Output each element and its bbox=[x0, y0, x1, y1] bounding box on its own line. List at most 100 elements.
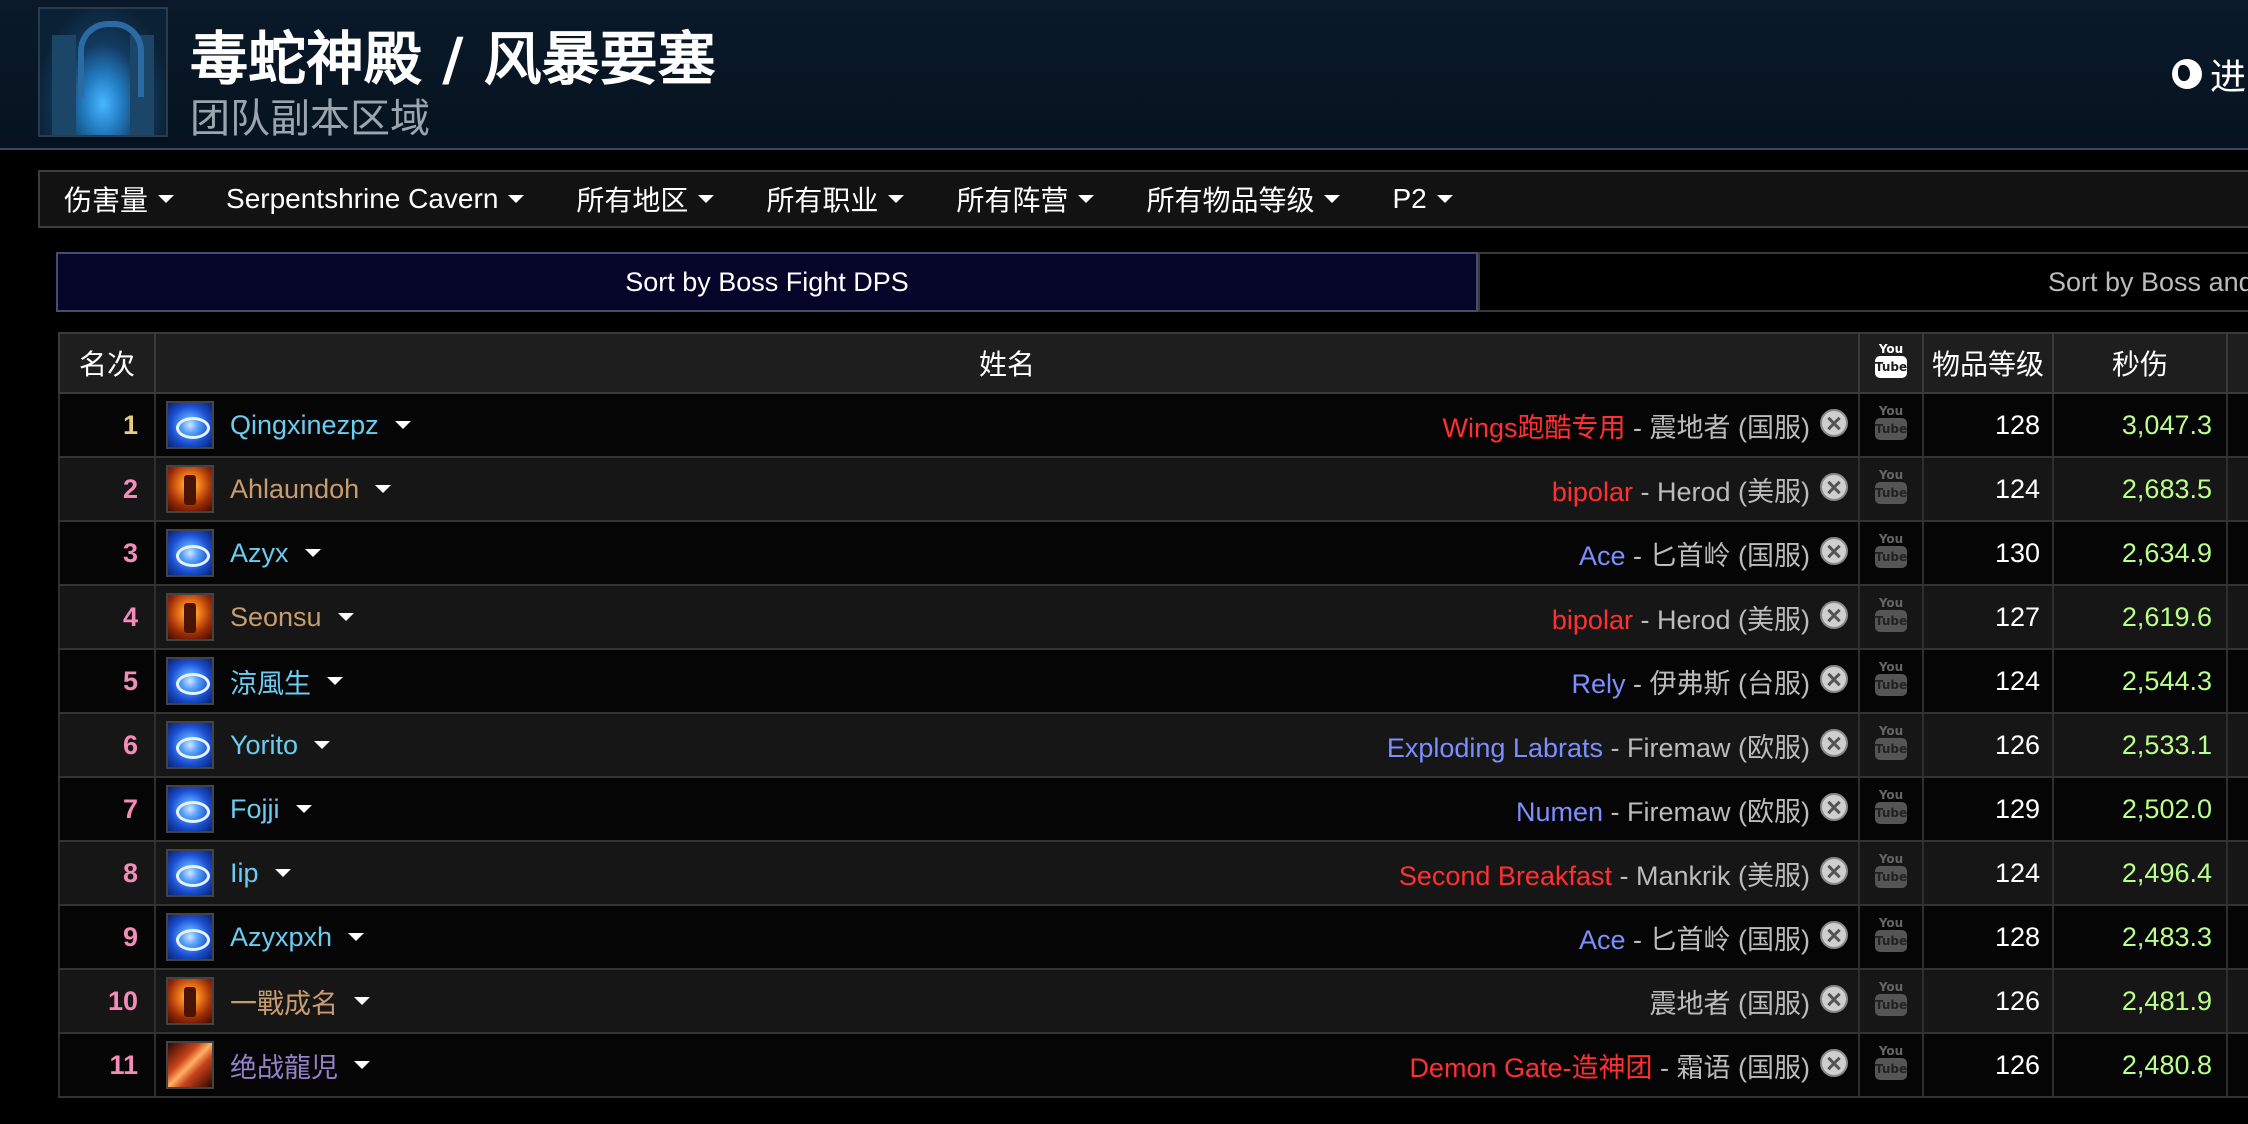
player-menu-caret-icon[interactable] bbox=[274, 869, 291, 877]
realm-link[interactable]: 匕首岭 (国服) bbox=[1650, 541, 1810, 571]
filter-phase[interactable]: P2 bbox=[1366, 183, 1478, 215]
spec-frost-icon bbox=[166, 721, 214, 769]
guild-link[interactable]: Second Breakfast bbox=[1399, 861, 1612, 891]
guild-link[interactable]: Wings跑酷专用 bbox=[1443, 413, 1626, 443]
header-dps[interactable]: 秒伤 bbox=[2052, 332, 2228, 394]
guild-link[interactable]: bipolar bbox=[1552, 605, 1633, 635]
realm-link[interactable]: 霜语 (国服) bbox=[1677, 1053, 1810, 1083]
player-name-link[interactable]: 涼風生 bbox=[230, 662, 311, 701]
separator: - bbox=[1625, 924, 1650, 955]
player-menu-caret-icon[interactable] bbox=[295, 805, 312, 813]
player-menu-caret-icon[interactable] bbox=[348, 933, 365, 941]
separator: - bbox=[1612, 860, 1636, 891]
guild-link[interactable]: Ace bbox=[1579, 925, 1626, 955]
player-name-link[interactable]: Fojji bbox=[230, 794, 280, 825]
realm-link[interactable]: 伊弗斯 (台服) bbox=[1650, 669, 1810, 699]
caret-down-icon bbox=[888, 195, 905, 203]
dps-cell: 2,502.0 bbox=[2052, 777, 2228, 842]
realm-link[interactable]: 震地者 (国服) bbox=[1650, 413, 1810, 443]
armory-icon[interactable] bbox=[1820, 665, 1848, 693]
player-name-link[interactable]: Iip bbox=[230, 858, 259, 889]
realm-link[interactable]: Herod (美服) bbox=[1657, 477, 1810, 507]
youtube-icon: You Tube bbox=[1875, 468, 1907, 510]
header-name[interactable]: 姓名 bbox=[154, 332, 1860, 394]
guild-server: Demon Gate-造神团 - 霜语 (国服) bbox=[1409, 1046, 1810, 1085]
youtube-cell: You Tube bbox=[1858, 521, 1924, 586]
realm-link[interactable]: Mankrik (美服) bbox=[1636, 861, 1810, 891]
rank-cell: 8 bbox=[58, 841, 156, 906]
armory-icon[interactable] bbox=[1820, 1049, 1848, 1077]
youtube-icon: You Tube bbox=[1875, 342, 1907, 384]
armory-icon[interactable] bbox=[1820, 537, 1848, 565]
player-name-link[interactable]: 一戰成名 bbox=[230, 982, 338, 1021]
header-rank[interactable]: 名次 bbox=[58, 332, 156, 394]
player-menu-caret-icon[interactable] bbox=[314, 741, 331, 749]
player-name-link[interactable]: Seonsu bbox=[230, 602, 322, 633]
name-cell: 绝战龍児 Demon Gate-造神团 - 霜语 (国服) bbox=[154, 1033, 1860, 1098]
dps-cell: 3,047.3 bbox=[2052, 393, 2228, 458]
player-menu-caret-icon[interactable] bbox=[354, 997, 370, 1005]
player-name-link[interactable]: Yorito bbox=[230, 730, 298, 761]
name-cell: Azyxpxh Ace - 匕首岭 (国服) bbox=[154, 905, 1860, 970]
extra-cell bbox=[2226, 841, 2248, 906]
filter-label: P2 bbox=[1392, 183, 1427, 214]
spec-frost-icon bbox=[166, 529, 214, 577]
realm-link[interactable]: 匕首岭 (国服) bbox=[1650, 925, 1810, 955]
header-extra bbox=[2226, 332, 2248, 394]
table-header-row: 名次 姓名 You Tube 物品等级 秒伤 bbox=[58, 332, 2248, 394]
filter-zone[interactable]: Serpentshrine Cavern bbox=[200, 183, 550, 215]
name-cell: Ahlaundoh bipolar - Herod (美服) bbox=[154, 457, 1860, 522]
armory-icon[interactable] bbox=[1820, 921, 1848, 949]
player-name-link[interactable]: Azyx bbox=[230, 538, 289, 569]
guild-server: Ace - 匕首岭 (国服) bbox=[1579, 918, 1810, 957]
player-name-link[interactable]: Qingxinezpz bbox=[230, 410, 379, 441]
player-name-link[interactable]: Azyxpxh bbox=[230, 922, 332, 953]
youtube-icon: You Tube bbox=[1875, 1044, 1907, 1086]
player-name-link[interactable]: Ahlaundoh bbox=[230, 474, 359, 505]
player-menu-caret-icon[interactable] bbox=[304, 549, 321, 557]
filter-class[interactable]: 所有职业 bbox=[740, 179, 930, 219]
armory-icon[interactable] bbox=[1820, 793, 1848, 821]
youtube-cell: You Tube bbox=[1858, 457, 1924, 522]
armory-icon[interactable] bbox=[1820, 729, 1848, 757]
extra-cell bbox=[2226, 649, 2248, 714]
filter-metric[interactable]: 伤害量 bbox=[40, 179, 200, 219]
realm-link[interactable]: 震地者 (国服) bbox=[1650, 989, 1810, 1019]
extra-cell bbox=[2226, 521, 2248, 586]
player-menu-caret-icon[interactable] bbox=[327, 677, 343, 685]
realm-link[interactable]: Firemaw (欧服) bbox=[1627, 797, 1810, 827]
armory-icon[interactable] bbox=[1820, 601, 1848, 629]
table-row: 9 Azyxpxh Ace - 匕首岭 (国服) You Tube 128 2,4… bbox=[58, 905, 2248, 970]
separator: - bbox=[1625, 540, 1650, 571]
guild-link[interactable]: bipolar bbox=[1552, 477, 1633, 507]
filter-item-level[interactable]: 所有物品等级 bbox=[1120, 179, 1366, 219]
youtube-cell: You Tube bbox=[1858, 649, 1924, 714]
player-menu-caret-icon[interactable] bbox=[375, 485, 392, 493]
guild-link[interactable]: Numen bbox=[1516, 797, 1603, 827]
guild-link[interactable]: Exploding Labrats bbox=[1387, 733, 1603, 763]
armory-icon[interactable] bbox=[1820, 985, 1848, 1013]
youtube-icon: You Tube bbox=[1875, 596, 1907, 638]
sort-boss-and-trash-tab[interactable]: Sort by Boss and Tras bbox=[1478, 252, 2248, 312]
player-menu-caret-icon[interactable] bbox=[337, 613, 354, 621]
guild-link[interactable]: Rely bbox=[1572, 669, 1626, 699]
language-switch[interactable]: 进 bbox=[2172, 48, 2246, 100]
armory-icon[interactable] bbox=[1820, 857, 1848, 885]
guild-server: Exploding Labrats - Firemaw (欧服) bbox=[1387, 726, 1810, 765]
extra-cell bbox=[2226, 713, 2248, 778]
armory-icon[interactable] bbox=[1820, 473, 1848, 501]
player-menu-caret-icon[interactable] bbox=[394, 421, 411, 429]
separator: - bbox=[1652, 1052, 1677, 1083]
header-item-level[interactable]: 物品等级 bbox=[1922, 332, 2054, 394]
table-row: 2 Ahlaundoh bipolar - Herod (美服) You Tub… bbox=[58, 457, 2248, 522]
filter-faction[interactable]: 所有阵营 bbox=[930, 179, 1120, 219]
realm-link[interactable]: Firemaw (欧服) bbox=[1627, 733, 1810, 763]
guild-link[interactable]: Demon Gate-造神团 bbox=[1409, 1053, 1652, 1083]
player-name-link[interactable]: 绝战龍児 bbox=[230, 1046, 338, 1085]
guild-link[interactable]: Ace bbox=[1579, 541, 1626, 571]
sort-boss-fight-dps-tab[interactable]: Sort by Boss Fight DPS bbox=[56, 252, 1478, 312]
realm-link[interactable]: Herod (美服) bbox=[1657, 605, 1810, 635]
player-menu-caret-icon[interactable] bbox=[354, 1061, 370, 1069]
armory-icon[interactable] bbox=[1820, 409, 1848, 437]
filter-region[interactable]: 所有地区 bbox=[550, 179, 740, 219]
